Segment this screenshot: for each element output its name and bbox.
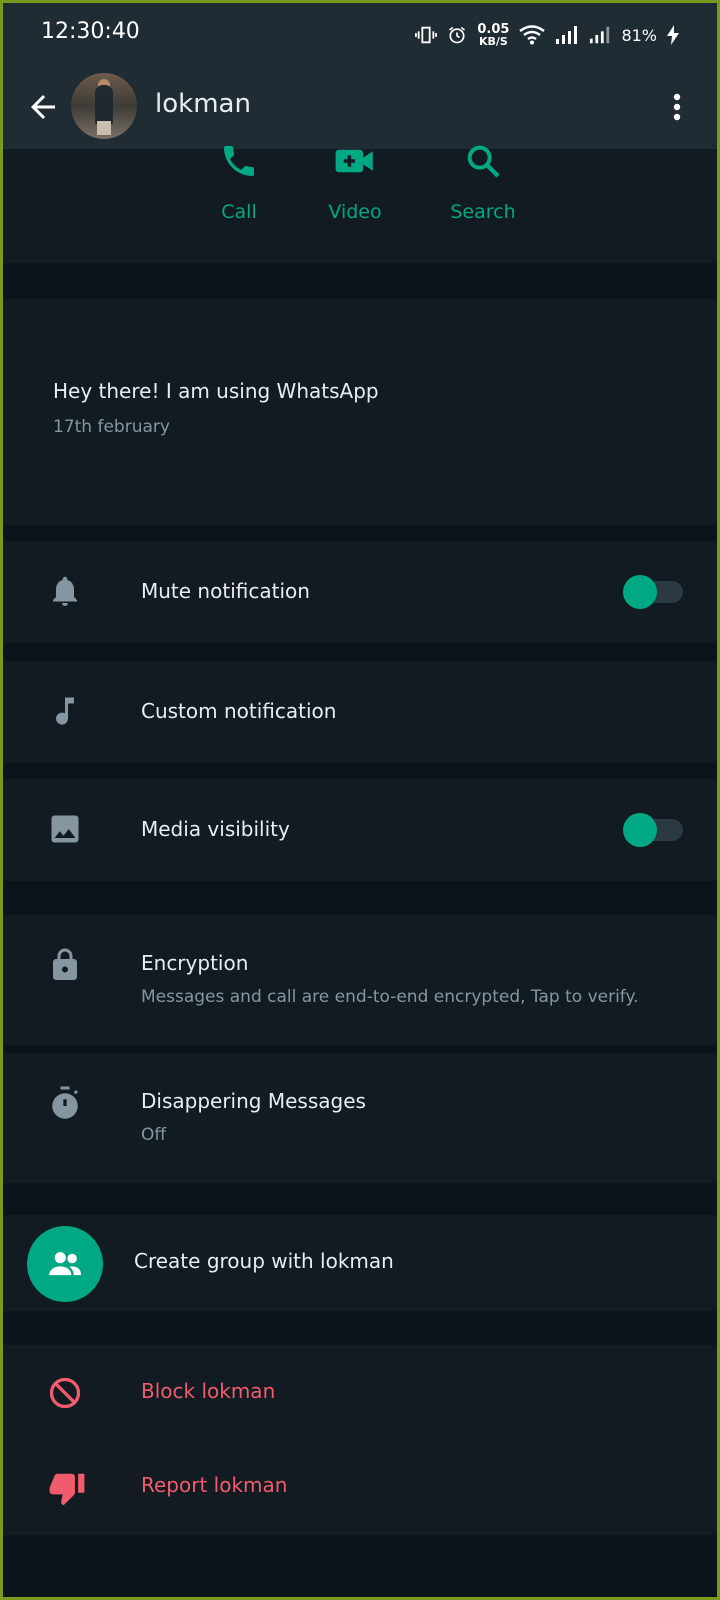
phone-icon: [199, 146, 279, 191]
custom-notification-row[interactable]: Custom notification: [3, 661, 717, 763]
media-visibility-label: Media visibility: [141, 817, 290, 841]
danger-section: Block lokman Report lokman: [3, 1345, 717, 1535]
bell-icon: [47, 573, 83, 609]
create-group-row[interactable]: Create group with lokman: [3, 1215, 717, 1311]
call-button[interactable]: Call: [199, 146, 279, 223]
battery-level: 81%: [621, 25, 657, 45]
block-contact-button[interactable]: Block lokman: [141, 1379, 275, 1403]
signal-icon: [555, 25, 579, 45]
app-frame: 12:30:40 0.05 KB/S 81% lokman Call Video…: [0, 0, 720, 1600]
search-icon: [435, 145, 531, 191]
video-label: Video: [328, 201, 382, 223]
action-row: Call Video Search: [3, 145, 717, 263]
music-note-icon: [47, 693, 83, 729]
mute-notification-row[interactable]: Mute notification: [3, 541, 717, 643]
image-icon: [47, 811, 83, 847]
call-label: Call: [221, 201, 257, 223]
encryption-label: Encryption: [141, 951, 249, 975]
mute-toggle[interactable]: [623, 575, 685, 609]
lock-icon: [47, 945, 83, 981]
wifi-icon: [519, 25, 546, 45]
video-button[interactable]: Video: [315, 149, 395, 223]
disappearing-messages-row[interactable]: Disappering Messages Off: [3, 1053, 717, 1183]
mute-notification-label: Mute notification: [141, 579, 310, 603]
app-bar: lokman: [3, 67, 717, 147]
media-visibility-row[interactable]: Media visibility: [3, 779, 717, 881]
disappearing-messages-label: Disappering Messages: [141, 1089, 366, 1113]
avatar[interactable]: [71, 73, 137, 139]
alarm-icon: [447, 25, 467, 45]
arrow-left-icon: [31, 95, 55, 119]
vibrate-icon: [415, 24, 438, 46]
custom-notification-label: Custom notification: [141, 699, 337, 723]
disappearing-messages-status: Off: [141, 1125, 167, 1145]
status-icons: 0.05 KB/S 81%: [415, 21, 679, 49]
group-icon: [27, 1226, 103, 1302]
about-date: 17th february: [53, 417, 170, 437]
status-time: 12:30:40: [41, 19, 140, 44]
net-speed-unit: KB/S: [478, 35, 508, 48]
about-section[interactable]: Hey there! I am using WhatsApp 17th febr…: [3, 299, 717, 525]
report-contact-button[interactable]: Report lokman: [141, 1473, 287, 1497]
top-bar: 12:30:40 0.05 KB/S 81% lokman: [3, 3, 717, 149]
more-options-button[interactable]: [667, 89, 687, 125]
more-vert-icon: [673, 93, 681, 121]
contact-name[interactable]: lokman: [155, 89, 251, 119]
signal-icon-2: [589, 25, 611, 45]
search-button[interactable]: Search: [435, 145, 531, 223]
about-text: Hey there! I am using WhatsApp: [53, 379, 379, 403]
status-bar: 12:30:40 0.05 KB/S 81%: [3, 3, 717, 63]
video-icon: [315, 149, 395, 191]
media-visibility-toggle[interactable]: [623, 813, 685, 847]
back-button[interactable]: [25, 89, 61, 125]
block-icon: [47, 1375, 83, 1411]
search-label: Search: [450, 201, 516, 223]
create-group-label: Create group with lokman: [134, 1249, 394, 1273]
encryption-row[interactable]: Encryption Messages and call are end-to-…: [3, 915, 717, 1045]
net-speed: 0.05 KB/S: [477, 23, 509, 47]
charging-icon: [667, 25, 679, 45]
thumbs-down-icon: [47, 1469, 85, 1506]
encryption-subtitle: Messages and call are end-to-end encrypt…: [141, 987, 639, 1007]
timer-icon: [47, 1083, 83, 1119]
